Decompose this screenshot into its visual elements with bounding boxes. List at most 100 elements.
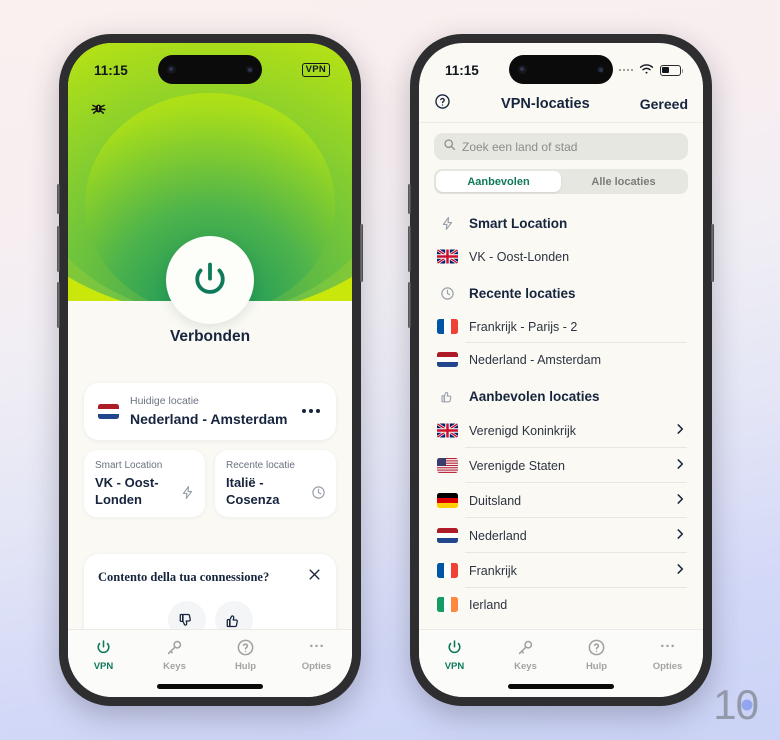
page-title: VPN-locaties bbox=[501, 95, 590, 112]
locations-list[interactable]: Smart Location VK - Oost-Londen Recente … bbox=[419, 203, 703, 629]
list-item-label: Verenigd Koninkrijk bbox=[469, 423, 577, 438]
done-button[interactable]: Gereed bbox=[640, 96, 688, 112]
flag-fr-icon bbox=[437, 563, 458, 578]
list-item-label: Verenigde Staten bbox=[469, 458, 565, 473]
list-item-label: VK - Oost-Londen bbox=[469, 249, 570, 264]
phone-right: 11:15 VPN-locaties Gereed Zoek een land … bbox=[408, 34, 714, 706]
close-icon[interactable] bbox=[307, 567, 322, 587]
list-item[interactable]: Verenigd Koninkrijk bbox=[419, 413, 703, 448]
tab-bar-left: VPN Keys Hulp Opties bbox=[68, 629, 352, 697]
watermark-logo: 10 bbox=[713, 684, 759, 726]
tab-opties[interactable]: Opties bbox=[281, 638, 352, 672]
smart-location-card[interactable]: Smart Location VK - Oost-Londen bbox=[84, 449, 205, 518]
recent-location-card[interactable]: Recente locatie Italië - Cosenza bbox=[215, 449, 336, 518]
flag-fr-icon bbox=[437, 319, 458, 334]
lightning-icon bbox=[180, 485, 195, 505]
status-time: 11:15 bbox=[94, 62, 128, 78]
search-placeholder: Zoek een land of stad bbox=[462, 139, 578, 154]
phone-left-screen: 11:15 VPN Verbonden Huidige locatie Nede… bbox=[68, 43, 352, 697]
front-camera-icon bbox=[518, 65, 527, 74]
section-title: Smart Location bbox=[469, 216, 568, 231]
tab-vpn[interactable]: VPN bbox=[419, 638, 490, 672]
chevron-right-icon bbox=[673, 527, 687, 544]
volume-up-button[interactable] bbox=[57, 226, 60, 272]
wifi-icon bbox=[639, 63, 654, 78]
bug-icon[interactable] bbox=[90, 99, 107, 121]
list-item[interactable]: Verenigde Staten bbox=[419, 448, 703, 483]
flag-us-icon bbox=[437, 458, 458, 473]
status-time: 11:15 bbox=[445, 62, 479, 78]
current-location-card[interactable]: Huidige locatie Nederland - Amsterdam bbox=[84, 383, 336, 440]
section-title: Aanbevolen locaties bbox=[469, 389, 600, 404]
tab-hulp[interactable]: Hulp bbox=[561, 638, 632, 672]
flag-nl-icon bbox=[437, 528, 458, 543]
section-header-recente-locaties: Recente locaties bbox=[419, 273, 703, 310]
tab-bar-right: VPN Keys Hulp Opties bbox=[419, 629, 703, 697]
nav-bar: VPN-locaties Gereed bbox=[419, 85, 703, 123]
chevron-right-icon bbox=[673, 422, 687, 439]
face-id-sensor-icon bbox=[246, 66, 253, 73]
clock-icon bbox=[311, 485, 326, 505]
section-title: Recente locaties bbox=[469, 286, 576, 301]
vpn-power-button[interactable] bbox=[166, 236, 254, 324]
tab-opties-label: Opties bbox=[301, 661, 332, 672]
tab-vpn[interactable]: VPN bbox=[68, 638, 139, 672]
front-camera-icon bbox=[167, 65, 176, 74]
power-side-button[interactable] bbox=[360, 224, 363, 282]
list-item[interactable]: Frankrijk - Parijs - 2 bbox=[419, 310, 703, 343]
smart-location-caption: Smart Location bbox=[95, 459, 163, 471]
tab-opties-label: Opties bbox=[652, 661, 683, 672]
tab-keys[interactable]: Keys bbox=[139, 638, 210, 672]
help-circle-icon[interactable] bbox=[434, 93, 451, 115]
chevron-right-icon bbox=[673, 492, 687, 509]
section-header-aanbevolen-locaties: Aanbevolen locaties bbox=[419, 376, 703, 413]
phone-right-screen: 11:15 VPN-locaties Gereed Zoek een land … bbox=[419, 43, 703, 697]
silent-switch[interactable] bbox=[408, 184, 411, 214]
face-id-sensor-icon bbox=[597, 66, 604, 73]
location-more-options-icon[interactable] bbox=[300, 409, 322, 414]
list-item[interactable]: Ierland bbox=[419, 588, 703, 621]
silent-switch[interactable] bbox=[57, 184, 60, 214]
search-input[interactable]: Zoek een land of stad bbox=[434, 133, 688, 160]
list-item-label: Frankrijk - Parijs - 2 bbox=[469, 319, 578, 334]
home-indicator bbox=[157, 684, 263, 689]
volume-down-button[interactable] bbox=[408, 282, 411, 328]
tab-hulp-label: Hulp bbox=[234, 661, 257, 672]
clock-icon bbox=[437, 286, 458, 301]
lightning-icon bbox=[437, 216, 458, 231]
cellular-signal-icon bbox=[618, 68, 633, 72]
list-item[interactable]: VK - Oost-Londen bbox=[419, 240, 703, 273]
power-side-button[interactable] bbox=[711, 224, 714, 282]
list-item-label: Nederland bbox=[469, 528, 527, 543]
list-item[interactable]: Duitsland bbox=[419, 483, 703, 518]
flag-nl-icon bbox=[437, 352, 458, 367]
volume-up-button[interactable] bbox=[408, 226, 411, 272]
tab-opties[interactable]: Opties bbox=[632, 638, 703, 672]
dynamic-island bbox=[158, 55, 262, 84]
search-icon bbox=[443, 138, 456, 156]
list-item-label: Frankrijk bbox=[469, 563, 517, 578]
list-item-label: Duitsland bbox=[469, 493, 522, 508]
tab-vpn-label: VPN bbox=[93, 661, 114, 672]
tab-keys[interactable]: Keys bbox=[490, 638, 561, 672]
flag-gb-icon bbox=[437, 249, 458, 264]
flag-gb-icon bbox=[437, 423, 458, 438]
dynamic-island bbox=[509, 55, 613, 84]
tab-keys-label: Keys bbox=[163, 661, 186, 672]
list-item[interactable]: Nederland bbox=[419, 518, 703, 553]
current-location-caption: Huidige locatie bbox=[130, 395, 199, 407]
list-item[interactable]: Frankrijk bbox=[419, 553, 703, 588]
tab-hulp[interactable]: Hulp bbox=[210, 638, 281, 672]
section-header-smart-location: Smart Location bbox=[419, 203, 703, 240]
flag-nl-icon bbox=[98, 403, 119, 419]
segment-alle-locaties[interactable]: Alle locaties bbox=[561, 171, 686, 192]
home-indicator bbox=[508, 684, 614, 689]
volume-down-button[interactable] bbox=[57, 282, 60, 328]
current-location-value: Nederland - Amsterdam bbox=[130, 410, 288, 427]
segment-aanbevolen[interactable]: Aanbevolen bbox=[436, 171, 561, 192]
list-item[interactable]: Nederland - Amsterdam bbox=[419, 343, 703, 376]
list-item-label: Ierland bbox=[469, 597, 508, 612]
chevron-right-icon bbox=[673, 457, 687, 474]
tab-hulp-label: Hulp bbox=[585, 661, 608, 672]
location-cards: Huidige locatie Nederland - Amsterdam Sm… bbox=[84, 383, 336, 518]
